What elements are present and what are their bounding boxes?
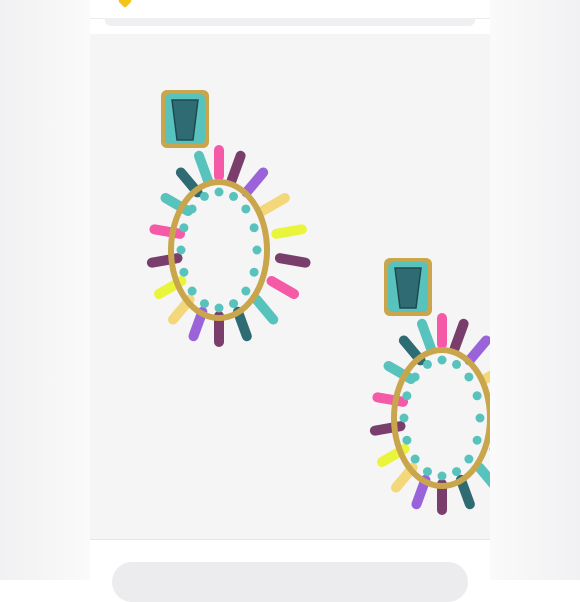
earring-1-spike [193,150,213,186]
earring-2-spike [455,474,475,510]
earring-2-spike [464,335,490,366]
earring-2-bead [452,359,462,369]
earring-1-bead [214,303,224,313]
left-gutter [0,0,90,580]
top-bar [90,0,490,19]
earring-2-bead [464,372,474,382]
earring-1-spike [274,253,311,268]
earring-2-bead [464,454,474,464]
earring-2-bead [410,454,420,464]
listing-page [90,0,490,602]
earring-1-bead [187,204,197,214]
earring-1-spike [226,150,246,186]
earring-2-bead [475,413,485,423]
top-card-edge [105,18,475,26]
yellow-diamond-badge-icon [117,0,133,9]
earring-2-spike [480,370,490,384]
earring-2-bead [437,355,447,365]
earring-2-bead [399,413,409,423]
earring-1-bead [179,267,189,277]
earring-1-bead [249,267,259,277]
earring-1-bead [229,191,239,201]
earring-1-bead [241,204,251,214]
earring-1-spike [232,306,252,342]
product-photo[interactable] [90,34,490,539]
earring-2-spike [449,318,469,354]
earring-1-bead [199,191,209,201]
earring-2-teal-stone [394,267,422,309]
earring-2-bead [422,359,432,369]
earring-1-bead [252,245,262,255]
earring-1-bead [229,299,239,309]
earring-2-bead [452,467,462,477]
earring-1-bead [249,223,259,233]
earring-2-spike [372,392,409,407]
earrings-illustration [146,90,490,515]
bottom-action-pill[interactable] [112,562,468,602]
earring-2-bead [410,372,420,382]
earring-1-spike [271,224,307,239]
earring-1-bead [199,299,209,309]
earring-2-bead [472,435,482,445]
earring-1-spike [241,167,269,198]
earring-1-bead [214,187,224,197]
earring-1-spike [149,224,186,239]
earring-1-bead [176,245,186,255]
earring-1-bead [187,286,197,296]
earring-2-bead [402,435,412,445]
earring-1-spike [251,294,279,325]
bottom-area [90,539,490,602]
earring-1-bead [179,223,189,233]
earring-2-bead [472,391,482,401]
earring-2-bead [402,391,412,401]
earring-2-spike [474,462,490,488]
earring-2-bead [437,471,447,481]
earring-1-spike [266,276,300,299]
right-gutter [490,0,580,580]
earring-2-bead [422,467,432,477]
earring-2-spike [416,318,436,354]
earring-1-bead [241,286,251,296]
earring-1-teal-stone [171,99,199,141]
earring-1-spike [257,193,290,216]
